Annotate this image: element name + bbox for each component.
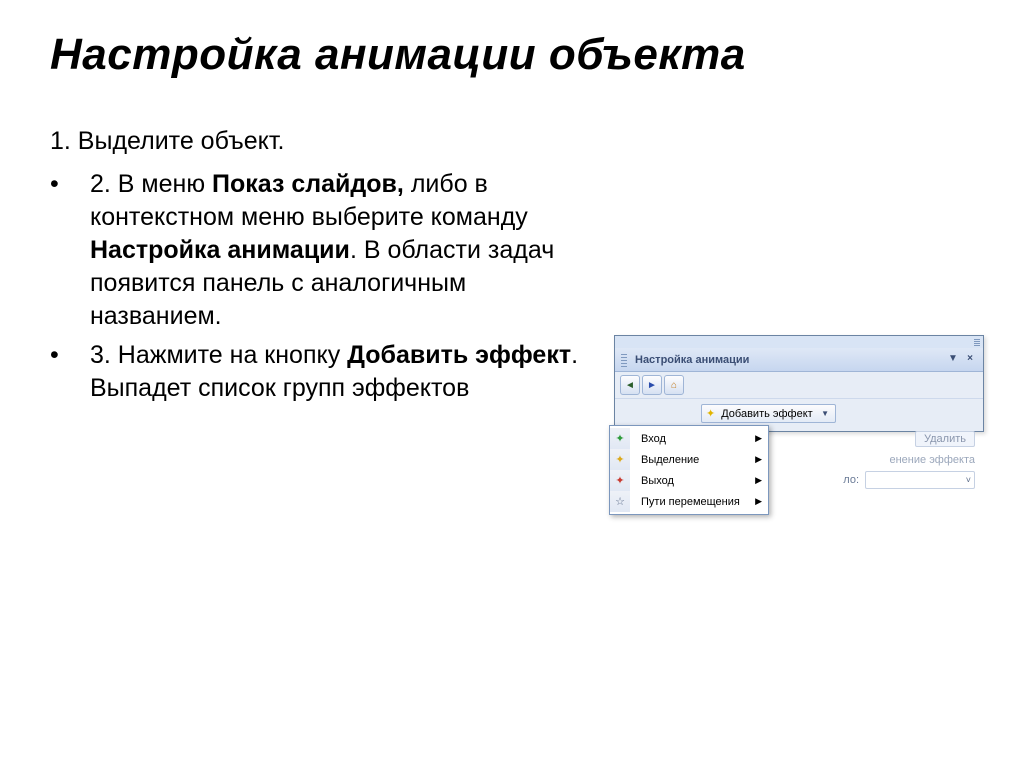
page-title: Настройка анимации объекта (50, 30, 984, 80)
pane-title: Настройка анимации (635, 354, 749, 366)
task-pane: Настройка анимации ▼ × ◄ ► ⌂ ✦ Добавить … (614, 335, 984, 432)
step-3-prefix: 3. Нажмите на кнопку (90, 341, 347, 369)
grip-icon[interactable] (621, 353, 627, 367)
step-1: 1. Выделите объект. (50, 125, 604, 158)
add-effect-button[interactable]: ✦ Добавить эффект ▼ (701, 404, 836, 423)
submenu-item-emphasis[interactable]: ✦ Выделение ▶ (610, 449, 768, 470)
step-2-bold-menu: Показ слайдов, (212, 170, 404, 198)
submenu-item-entry[interactable]: ✦ Вход ▶ (610, 428, 768, 449)
nav-forward-button[interactable]: ► (642, 375, 662, 395)
star-icon: ✦ (615, 474, 624, 487)
close-icon[interactable]: × (963, 353, 977, 367)
step-2-prefix: 2. В меню (90, 170, 212, 198)
chevron-right-icon: ▶ (755, 475, 762, 486)
bullet-icon: • (50, 339, 90, 405)
submenu-label: Вход (641, 433, 666, 445)
pane-top-bar (615, 336, 983, 348)
star-icon: ✦ (615, 453, 624, 466)
step-2: • 2. В меню Показ слайдов, либо в контек… (50, 168, 604, 333)
bullet-icon: • (50, 168, 90, 333)
step-2-body: 2. В меню Показ слайдов, либо в контекст… (90, 168, 604, 333)
star-icon: ✦ (615, 432, 624, 445)
step-3-bold-button: Добавить эффект (347, 341, 571, 369)
pane-body: ✦ Добавить эффект ▼ ✦ Вход ▶ ✦ Выделение… (615, 399, 983, 431)
start-label: ло: (843, 474, 859, 486)
pane-nav: ◄ ► ⌂ (615, 372, 983, 399)
chevron-right-icon: ▶ (755, 433, 762, 444)
pane-header: Настройка анимации ▼ × (615, 348, 983, 372)
step-2-bold-command: Настройка анимации (90, 236, 350, 264)
submenu-label: Пути перемещения (641, 496, 740, 508)
grip-icon (974, 338, 980, 346)
add-effect-label: Добавить эффект (721, 408, 812, 420)
start-dropdown[interactable]: ˅ (865, 471, 975, 489)
nav-back-button[interactable]: ◄ (620, 375, 640, 395)
star-icon: ☆ (615, 495, 625, 508)
step-3-body: 3. Нажмите на кнопку Добавить эффект. Вы… (90, 339, 604, 405)
submenu-label: Выделение (641, 454, 699, 466)
content-row: 1. Выделите объект. • 2. В меню Показ сл… (50, 125, 984, 432)
change-effect-label: енение эффекта (889, 454, 975, 466)
submenu-label: Выход (641, 475, 674, 487)
delete-button[interactable]: Удалить (915, 431, 975, 447)
nav-home-button[interactable]: ⌂ (664, 375, 684, 395)
step-1-number: 1. (50, 127, 71, 155)
chevron-right-icon: ▶ (755, 496, 762, 507)
star-icon: ✦ (706, 407, 715, 420)
submenu-item-motion[interactable]: ☆ Пути перемещения ▶ (610, 491, 768, 512)
chevron-down-icon: ▼ (821, 409, 829, 418)
chevron-right-icon: ▶ (755, 454, 762, 465)
submenu-item-exit[interactable]: ✦ Выход ▶ (610, 470, 768, 491)
pane-dropdown-button[interactable]: ▼ (946, 353, 960, 367)
start-row: ло: ˅ (843, 471, 975, 489)
instructions-column: 1. Выделите объект. • 2. В меню Показ сл… (50, 125, 604, 411)
step-3: • 3. Нажмите на кнопку Добавить эффект. … (50, 339, 604, 405)
effect-submenu: ✦ Вход ▶ ✦ Выделение ▶ ✦ Выход ▶ ☆ Пути … (609, 425, 769, 515)
step-1-text: Выделите объект. (71, 127, 285, 155)
